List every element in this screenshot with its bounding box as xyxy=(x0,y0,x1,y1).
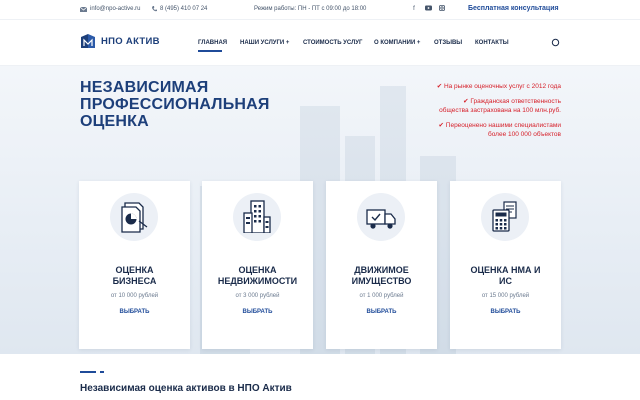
business-chart-icon xyxy=(121,202,148,233)
choose-button[interactable]: ВЫБРАТЬ xyxy=(79,309,190,315)
service-card-realty[interactable]: ОЦЕНКА НЕДВИЖИМОСТИ от 3 000 рублей ВЫБР… xyxy=(202,181,313,349)
logo-text: НПО АКТИВ xyxy=(101,35,160,47)
nav-contacts[interactable]: КОНТАКТЫ xyxy=(475,40,509,46)
section-divider xyxy=(100,371,104,373)
about-section: Независимая оценка активов в НПО Актив xyxy=(0,354,640,400)
hero-title-line: ПРОФЕССИОНАЛЬНАЯ xyxy=(80,96,270,113)
card-price: от 3 000 рублей xyxy=(235,293,280,299)
service-card-movable[interactable]: ДВИЖИМОЕ ИМУЩЕСТВО от 1 000 рублей ВЫБРА… xyxy=(326,181,437,349)
phone-icon xyxy=(152,6,157,12)
card-title: ДВИЖИМОЕ ИМУЩЕСТВО xyxy=(326,265,437,287)
hero-section: НЕЗАВИСИМАЯ ПРОФЕССИОНАЛЬНАЯ ОЦЕНКА ✔ На… xyxy=(0,66,640,354)
card-title-line: ОЦЕНКА xyxy=(238,265,277,275)
choose-button[interactable]: ВЫБРАТЬ xyxy=(326,309,437,315)
nav-about[interactable]: О КОМПАНИИ + xyxy=(374,40,420,46)
calculator-icon xyxy=(492,201,517,232)
nav-prices[interactable]: СТОИМОСТЬ УСЛУГ xyxy=(303,40,362,46)
card-icon-circle xyxy=(481,193,529,241)
search-icon[interactable] xyxy=(551,38,560,47)
advantage-item: ✔ Переоценено нашими специалистами более… xyxy=(371,121,561,139)
card-price: от 10 000 рублей xyxy=(110,293,159,299)
choose-button[interactable]: ВЫБРАТЬ xyxy=(450,309,561,315)
card-title-line: ДВИЖИМОЕ xyxy=(354,265,409,275)
building-icon xyxy=(243,200,271,233)
hero-advantages: ✔ На рынке оценочных услуг с 2012 года ✔… xyxy=(371,82,561,145)
advantage-text: ✔ На рынке оценочных услуг с 2012 года xyxy=(436,83,561,90)
facebook-icon[interactable]: f xyxy=(410,5,418,13)
card-title-line: ИМУЩЕСТВО xyxy=(351,276,412,286)
card-title: ОЦЕНКА БИЗНЕСА xyxy=(79,265,190,287)
card-title-line: БИЗНЕСА xyxy=(112,276,157,286)
logo[interactable]: НПО АКТИВ xyxy=(80,33,160,49)
section-divider xyxy=(80,371,96,373)
service-card-intangible[interactable]: ОЦЕНКА НМА И ИС от 15 000 рублей ВЫБРАТЬ xyxy=(450,181,561,349)
nav-reviews[interactable]: ОТЗЫВЫ xyxy=(434,40,462,46)
card-icon-circle xyxy=(233,193,281,241)
advantage-text: общества застрахована на 100 млн.руб. xyxy=(439,107,561,114)
instagram-icon[interactable] xyxy=(438,5,446,13)
logo-icon xyxy=(81,34,95,48)
card-title-line: ОЦЕНКА НМА И xyxy=(470,265,541,275)
advantage-text: ✔ Гражданская ответственность xyxy=(463,98,561,105)
phone-link[interactable]: 8 (495) 410 07 24 xyxy=(152,6,207,12)
email-link[interactable]: info@npo-active.ru xyxy=(80,6,140,12)
phone-text: 8 (495) 410 07 24 xyxy=(160,6,208,12)
envelope-icon xyxy=(80,6,87,12)
main-header: НПО АКТИВ ГЛАВНАЯ НАШИ УСЛУГИ + СТОИМОСТ… xyxy=(0,20,640,66)
advantage-text: более 100 000 объектов xyxy=(487,131,561,138)
advantage-text: ✔ Переоценено нашими специалистами xyxy=(438,122,561,129)
section-heading: Независимая оценка активов в НПО Актив xyxy=(80,383,292,394)
hero-title: НЕЗАВИСИМАЯ ПРОФЕССИОНАЛЬНАЯ ОЦЕНКА xyxy=(80,79,270,130)
card-price: от 15 000 рублей xyxy=(481,293,530,299)
service-card-business[interactable]: ОЦЕНКА БИЗНЕСА от 10 000 рублей ВЫБРАТЬ xyxy=(79,181,190,349)
nav-home-label: ГЛАВНАЯ xyxy=(198,40,228,46)
card-title-line: НЕДВИЖИМОСТИ xyxy=(217,276,298,286)
nav-services[interactable]: НАШИ УСЛУГИ + xyxy=(240,40,289,46)
nav-home[interactable]: ГЛАВНАЯ xyxy=(198,40,228,52)
advantage-item: ✔ Гражданская ответственность общества з… xyxy=(371,97,561,115)
hero-title-line: НЕЗАВИСИМАЯ xyxy=(80,79,209,96)
advantage-item: ✔ На рынке оценочных услуг с 2012 года xyxy=(371,82,561,91)
card-title: ОЦЕНКА НЕДВИЖИМОСТИ xyxy=(202,265,313,287)
truck-icon xyxy=(366,209,396,229)
hero-title-line: ОЦЕНКА xyxy=(80,113,149,130)
free-consultation-link[interactable]: Бесплатная консультация xyxy=(468,5,559,12)
card-title-line: ИС xyxy=(499,276,512,286)
work-hours: Режим работы: ПН - ПТ с 09:00 до 18:00 xyxy=(254,6,367,12)
email-text: info@npo-active.ru xyxy=(90,6,141,12)
card-price: от 1 000 рублей xyxy=(359,293,404,299)
card-title: ОЦЕНКА НМА И ИС xyxy=(450,265,561,287)
nav-active-underline xyxy=(198,50,222,52)
choose-button[interactable]: ВЫБРАТЬ xyxy=(202,309,313,315)
card-title-line: ОЦЕНКА xyxy=(115,265,154,275)
youtube-icon[interactable] xyxy=(424,5,432,13)
top-bar: info@npo-active.ru 8 (495) 410 07 24 Реж… xyxy=(0,0,640,20)
card-icon-circle xyxy=(357,193,405,241)
card-icon-circle xyxy=(110,193,158,241)
